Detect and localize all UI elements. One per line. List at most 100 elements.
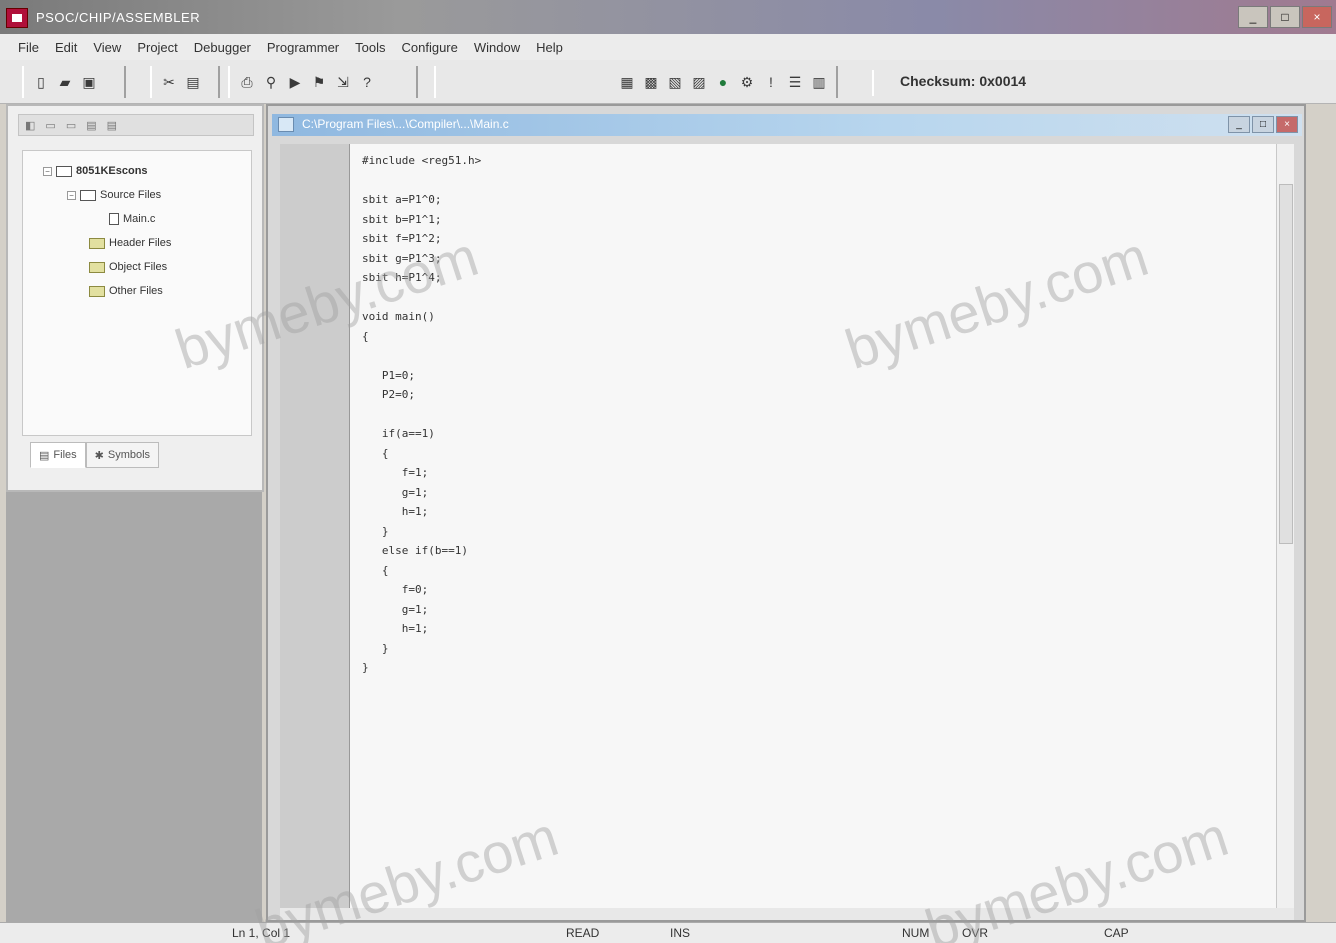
empty-mdi-area — [6, 492, 262, 922]
workspace-tool-icon[interactable]: ▤ — [107, 119, 117, 132]
code-line: } — [362, 641, 389, 655]
menu-file[interactable]: File — [10, 40, 47, 55]
tree-object-files[interactable]: Object Files — [89, 261, 167, 273]
maximize-button[interactable]: □ — [1270, 6, 1300, 28]
code-line: P1=0; — [362, 368, 415, 382]
code-line: P2=0; — [362, 388, 415, 401]
menu-tools[interactable]: Tools — [347, 40, 393, 55]
tree-label: Object Files — [109, 261, 168, 273]
print-icon[interactable]: ⎙ — [238, 73, 256, 91]
status-num: NUM — [902, 926, 930, 940]
checksum-value: 0x0014 — [979, 73, 1027, 89]
editor-controls: _ □ × — [1228, 116, 1298, 133]
workspace-tool-icon[interactable]: ▭ — [66, 119, 76, 132]
title-bar: PSOC/CHIP/ASSEMBLER _ □ × — [0, 0, 1336, 34]
editor-minimize-button[interactable]: _ — [1228, 116, 1250, 133]
code-line: h=1; — [362, 622, 429, 635]
scrollbar-thumb[interactable] — [1279, 184, 1293, 544]
symbols-icon: ✱ — [94, 449, 104, 462]
menu-bar: File Edit View Project Debugger Programm… — [0, 34, 1336, 60]
code-line: g=1; — [362, 485, 429, 499]
cut-icon[interactable]: ✂ — [160, 73, 178, 91]
vertical-scrollbar[interactable] — [1276, 144, 1294, 908]
workspace-tool-icon[interactable]: ▤ — [86, 119, 96, 132]
tree-main-file[interactable]: Main.c — [109, 213, 155, 225]
new-file-icon[interactable]: ▯ — [32, 73, 50, 91]
collapse-icon[interactable]: − — [43, 166, 52, 176]
editor-window: C:\Program Files\...\Compiler\...\Main.c… — [266, 104, 1306, 922]
workspace-panel: ◧ ▭ ▭ ▤ ▤ − 8051KEscons − Source Files M… — [6, 104, 264, 492]
menu-edit[interactable]: Edit — [47, 40, 85, 55]
menu-view[interactable]: View — [85, 40, 129, 55]
menu-help[interactable]: Help — [528, 40, 571, 55]
code-line: { — [362, 329, 369, 343]
code-line: #include <reg51.h> — [362, 154, 482, 167]
status-ins: INS — [670, 926, 691, 940]
tree-label: Main.c — [123, 213, 156, 225]
code-line: if(a==1) — [362, 427, 435, 440]
toolbar: ▯ ▰ ▣ ✂ ▤ ⎙ ⚲ ▶ ⚑ ⇲ ? ▦ ▩ ▧ ▨ ● ⚙ ! ☰ ▥ … — [0, 60, 1336, 104]
close-button[interactable]: × — [1302, 6, 1332, 28]
tab-files[interactable]: ▤ Files — [30, 442, 86, 468]
goto-icon[interactable]: ⇲ — [334, 73, 352, 91]
code-line: } — [362, 524, 389, 538]
tab-label: Files — [53, 449, 77, 461]
workspace-toolbar: ◧ ▭ ▭ ▤ ▤ — [18, 114, 254, 136]
code-line: f=0; — [362, 583, 429, 596]
status-read: READ — [566, 926, 600, 940]
code-line: g=1; — [362, 602, 429, 616]
save-icon[interactable]: ▣ — [80, 73, 98, 91]
settings-icon[interactable]: ⚙ — [738, 73, 756, 91]
compile-icon[interactable]: ▦ — [618, 73, 636, 91]
rebuild-icon[interactable]: ▧ — [666, 73, 684, 91]
editor-maximize-button[interactable]: □ — [1252, 116, 1274, 133]
folder-icon — [89, 237, 105, 249]
bookmark-icon[interactable]: ⚑ — [310, 73, 328, 91]
tab-symbols[interactable]: ✱ Symbols — [85, 442, 160, 468]
find-next-icon[interactable]: ▶ — [286, 73, 304, 91]
tree-other-files[interactable]: Other Files — [89, 285, 163, 297]
minimize-button[interactable]: _ — [1238, 6, 1268, 28]
toolbar-build-group: ▦ ▩ ▧ ▨ ● ⚙ ! ☰ ▥ — [434, 66, 838, 98]
tree-project[interactable]: − 8051KEscons — [43, 165, 148, 177]
files-icon: ▤ — [39, 449, 50, 462]
menu-project[interactable]: Project — [129, 40, 185, 55]
workspace-tool-icon[interactable]: ◧ — [25, 119, 35, 132]
window-icon[interactable]: ▥ — [810, 73, 828, 91]
horizontal-scrollbar[interactable] — [280, 908, 1294, 920]
tree-source-files[interactable]: − Source Files — [67, 189, 161, 201]
toolbar-search-group: ⎙ ⚲ ▶ ⚑ ⇲ ? — [228, 66, 418, 98]
help-icon[interactable]: ? — [358, 73, 376, 91]
menu-programmer[interactable]: Programmer — [259, 40, 347, 55]
editor-close-button[interactable]: × — [1276, 116, 1298, 133]
code-line: sbit b=P1^1; — [362, 212, 442, 226]
tree-label: Header Files — [109, 237, 172, 249]
workspace-tool-icon[interactable]: ▭ — [45, 119, 55, 132]
connect-icon[interactable]: ● — [714, 73, 732, 91]
copy-icon[interactable]: ▤ — [184, 73, 202, 91]
checksum-label: Checksum: — [900, 73, 976, 89]
code-line: { — [362, 446, 389, 460]
menu-window[interactable]: Window — [466, 40, 528, 55]
folder-icon — [89, 285, 105, 297]
build-icon[interactable]: ▩ — [642, 73, 660, 91]
status-bar: Ln 1, Col 1 READ INS NUM OVR CAP — [0, 922, 1336, 943]
tree-label: Source Files — [100, 189, 162, 201]
menu-debugger[interactable]: Debugger — [186, 40, 259, 55]
code-line: else if(b==1) — [362, 544, 468, 557]
collapse-icon[interactable]: − — [67, 190, 76, 200]
toolbar-edit-group: ✂ ▤ — [150, 66, 220, 98]
tab-label: Symbols — [107, 449, 151, 461]
list-icon[interactable]: ☰ — [786, 73, 804, 91]
debug-icon[interactable]: ! — [762, 73, 780, 91]
code-line: } — [362, 661, 369, 674]
open-folder-icon[interactable]: ▰ — [56, 73, 74, 91]
program-icon[interactable]: ▨ — [690, 73, 708, 91]
file-icon — [109, 213, 119, 225]
folder-icon — [89, 261, 105, 273]
menu-configure[interactable]: Configure — [394, 40, 466, 55]
find-icon[interactable]: ⚲ — [262, 73, 280, 91]
workspace-tabs: ▤ Files ✱ Symbols — [30, 442, 160, 468]
editor-title-bar[interactable]: C:\Program Files\...\Compiler\...\Main.c… — [272, 114, 1302, 136]
tree-header-files[interactable]: Header Files — [89, 237, 171, 249]
